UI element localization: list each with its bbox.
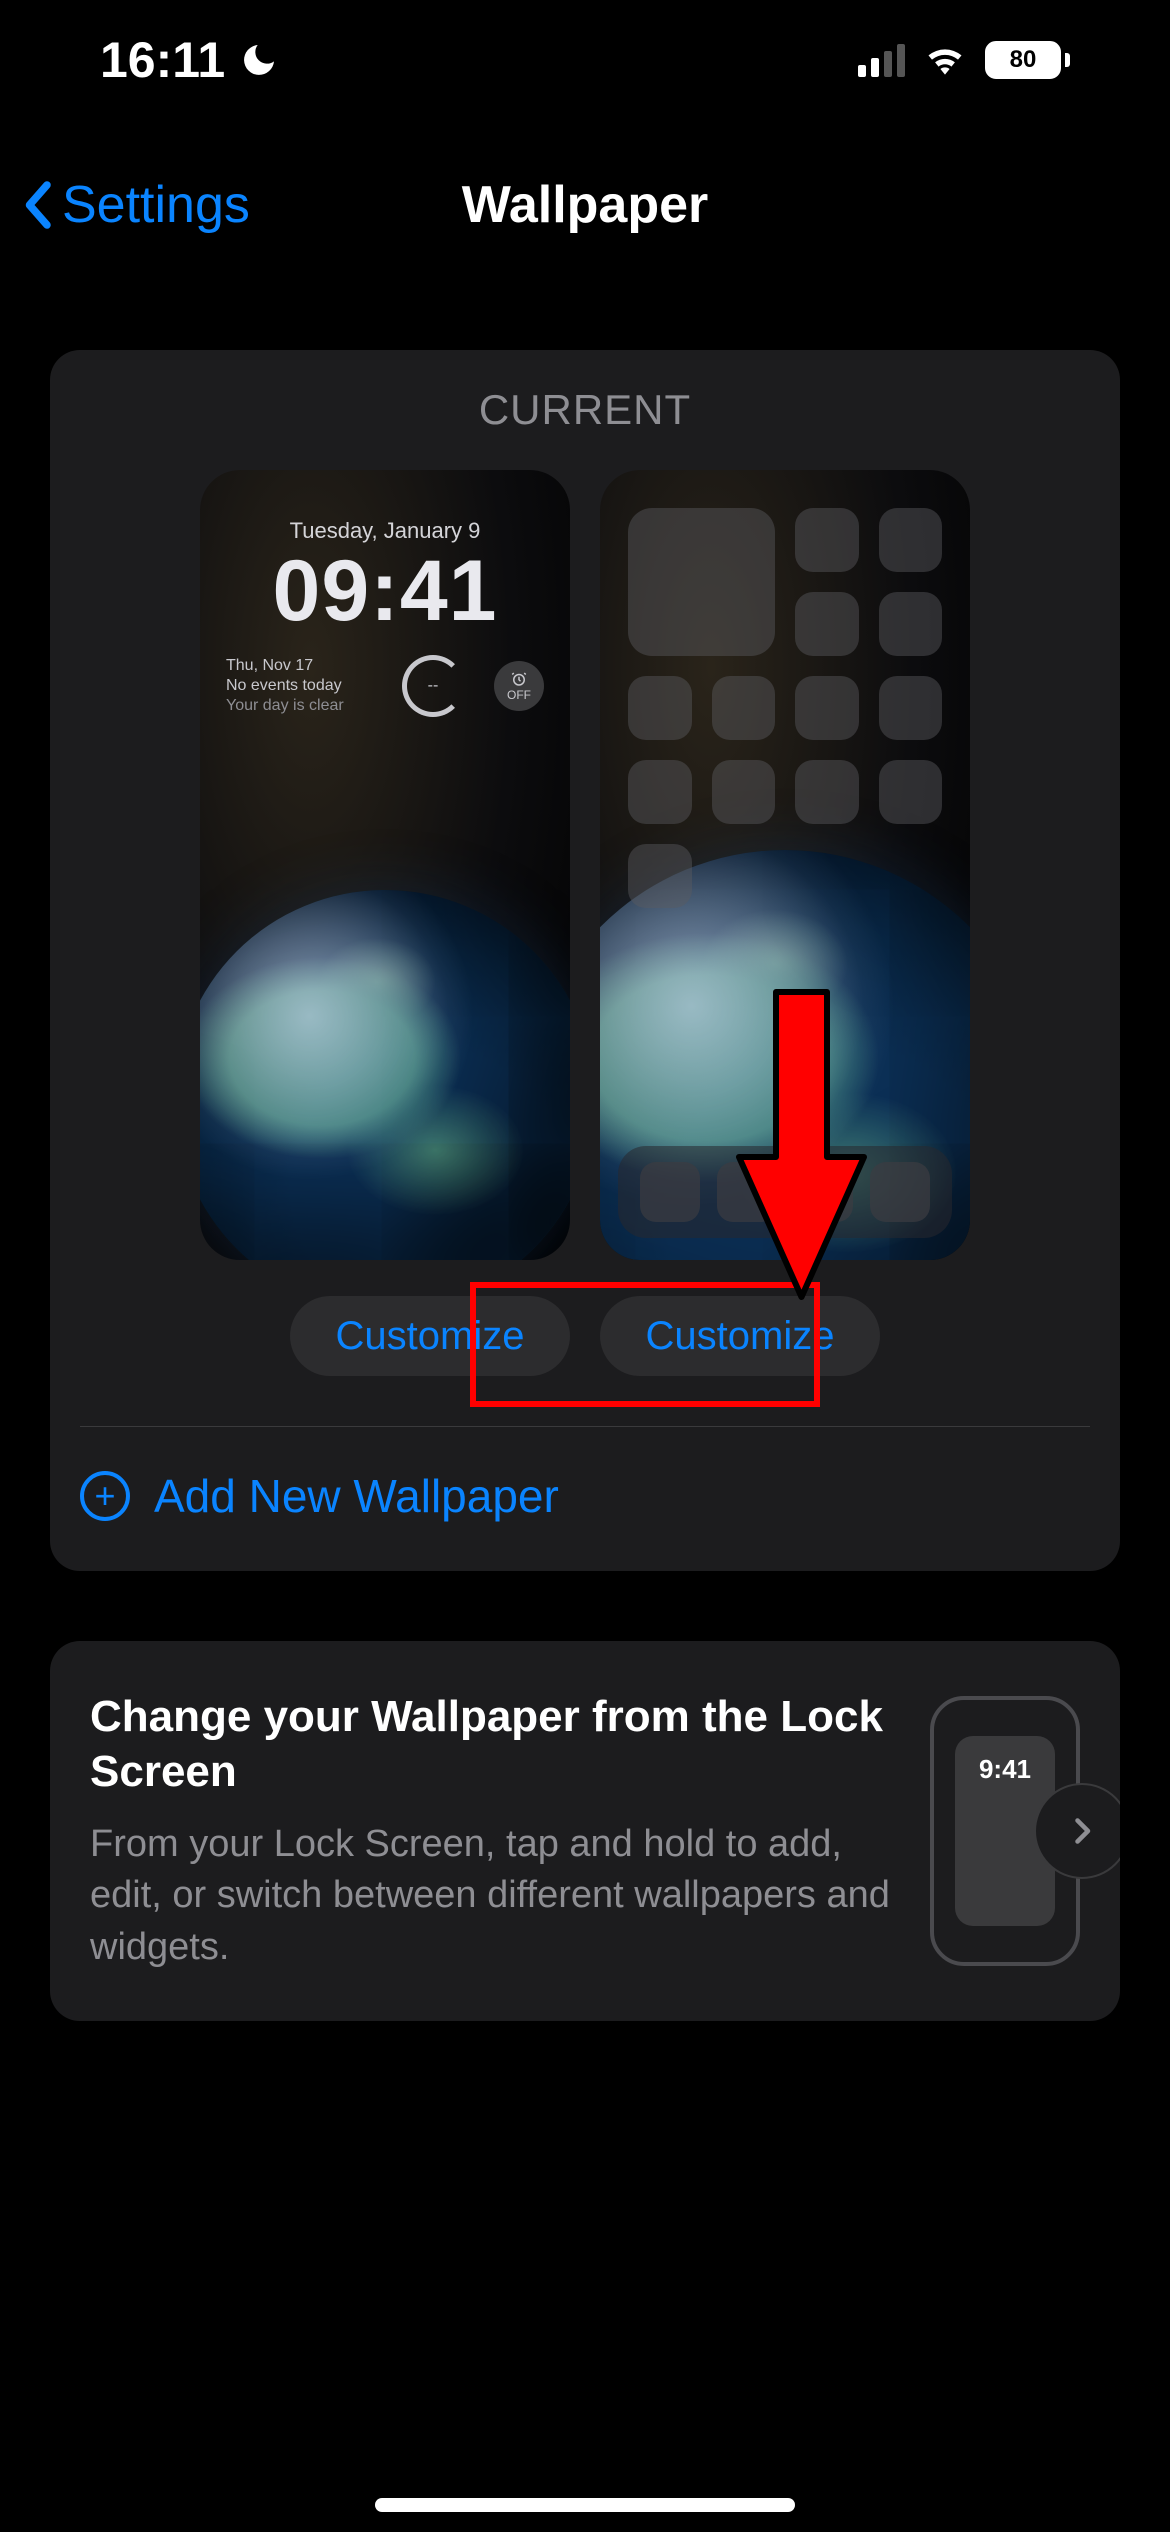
battery-percent: 80: [1010, 46, 1037, 74]
app-placeholder: [795, 508, 859, 572]
cellular-signal-icon: [858, 43, 905, 77]
nav-bar: Settings Wallpaper: [0, 145, 1170, 265]
app-placeholder: [795, 676, 859, 740]
tip-thumbnail-time: 9:41: [979, 1754, 1031, 1785]
app-placeholder: [628, 760, 692, 824]
app-placeholder: [795, 592, 859, 656]
alarm-widget: OFF: [494, 661, 544, 711]
tip-next-button[interactable]: [1034, 1783, 1120, 1879]
earth-wallpaper-image: [200, 890, 570, 1260]
home-dock: [618, 1146, 952, 1238]
calendar-widget: Thu, Nov 17 No events today Your day is …: [226, 656, 344, 716]
calendar-widget-line1: Thu, Nov 17: [226, 656, 344, 676]
chevron-right-icon: [1064, 1813, 1100, 1849]
dock-app-placeholder: [717, 1162, 777, 1222]
lock-preview-time: 09:41: [200, 548, 570, 634]
app-placeholder: [879, 508, 943, 572]
lock-screen-tip-card: Change your Wallpaper from the Lock Scre…: [50, 1641, 1120, 2021]
chevron-left-icon: [22, 180, 52, 230]
customize-lock-label: Customize: [336, 1314, 525, 1359]
current-section-header: CURRENT: [50, 386, 1120, 434]
wallpaper-previews: Tuesday, January 9 09:41 Thu, Nov 17 No …: [50, 470, 1120, 1260]
tip-title: Change your Wallpaper from the Lock Scre…: [90, 1689, 900, 1799]
dock-app-placeholder: [870, 1162, 930, 1222]
customize-home-label: Customize: [646, 1314, 835, 1359]
status-left: 16:11: [100, 31, 279, 89]
battery-indicator: 80: [985, 41, 1070, 79]
alarm-widget-label: OFF: [507, 688, 531, 702]
app-placeholder: [712, 676, 776, 740]
lock-screen-preview[interactable]: Tuesday, January 9 09:41 Thu, Nov 17 No …: [200, 470, 570, 1260]
wifi-icon: [923, 38, 967, 82]
home-app-grid: [628, 508, 942, 908]
alarm-clock-icon: [510, 670, 528, 688]
content: CURRENT Tuesday, January 9 09:41 Thu, No…: [50, 350, 1120, 2021]
tip-description: From your Lock Screen, tap and hold to a…: [90, 1819, 900, 1973]
widget-placeholder: [628, 508, 775, 656]
status-right: 80: [858, 38, 1070, 82]
do-not-disturb-moon-icon: [239, 40, 279, 80]
activity-ring-widget: [402, 655, 464, 717]
lock-overlay: Tuesday, January 9 09:41: [200, 518, 570, 634]
lock-widgets: Thu, Nov 17 No events today Your day is …: [226, 655, 544, 717]
app-placeholder: [879, 676, 943, 740]
back-button[interactable]: Settings: [22, 175, 250, 235]
app-placeholder: [879, 592, 943, 656]
app-placeholder: [795, 760, 859, 824]
home-indicator[interactable]: [375, 2498, 795, 2512]
home-screen-preview[interactable]: [600, 470, 970, 1260]
lock-preview-date: Tuesday, January 9: [200, 518, 570, 544]
app-placeholder: [628, 676, 692, 740]
app-placeholder: [628, 844, 692, 908]
status-bar: 16:11 80: [0, 0, 1170, 120]
app-placeholder: [879, 760, 943, 824]
page-title: Wallpaper: [462, 175, 709, 235]
current-wallpaper-card: CURRENT Tuesday, January 9 09:41 Thu, No…: [50, 350, 1120, 1571]
add-new-wallpaper-button[interactable]: + Add New Wallpaper: [50, 1427, 1120, 1571]
customize-home-button[interactable]: Customize: [600, 1296, 880, 1376]
status-time: 16:11: [100, 31, 225, 89]
tip-text: Change your Wallpaper from the Lock Scre…: [90, 1689, 900, 1973]
calendar-widget-line3: Your day is clear: [226, 696, 344, 716]
customize-row: Customize Customize: [50, 1296, 1120, 1426]
plus-circle-icon: +: [80, 1471, 130, 1521]
customize-lock-button[interactable]: Customize: [290, 1296, 570, 1376]
dock-app-placeholder: [793, 1162, 853, 1222]
dock-app-placeholder: [640, 1162, 700, 1222]
calendar-widget-line2: No events today: [226, 676, 344, 696]
back-label: Settings: [62, 175, 250, 235]
app-placeholder: [712, 760, 776, 824]
add-new-wallpaper-label: Add New Wallpaper: [154, 1469, 559, 1523]
